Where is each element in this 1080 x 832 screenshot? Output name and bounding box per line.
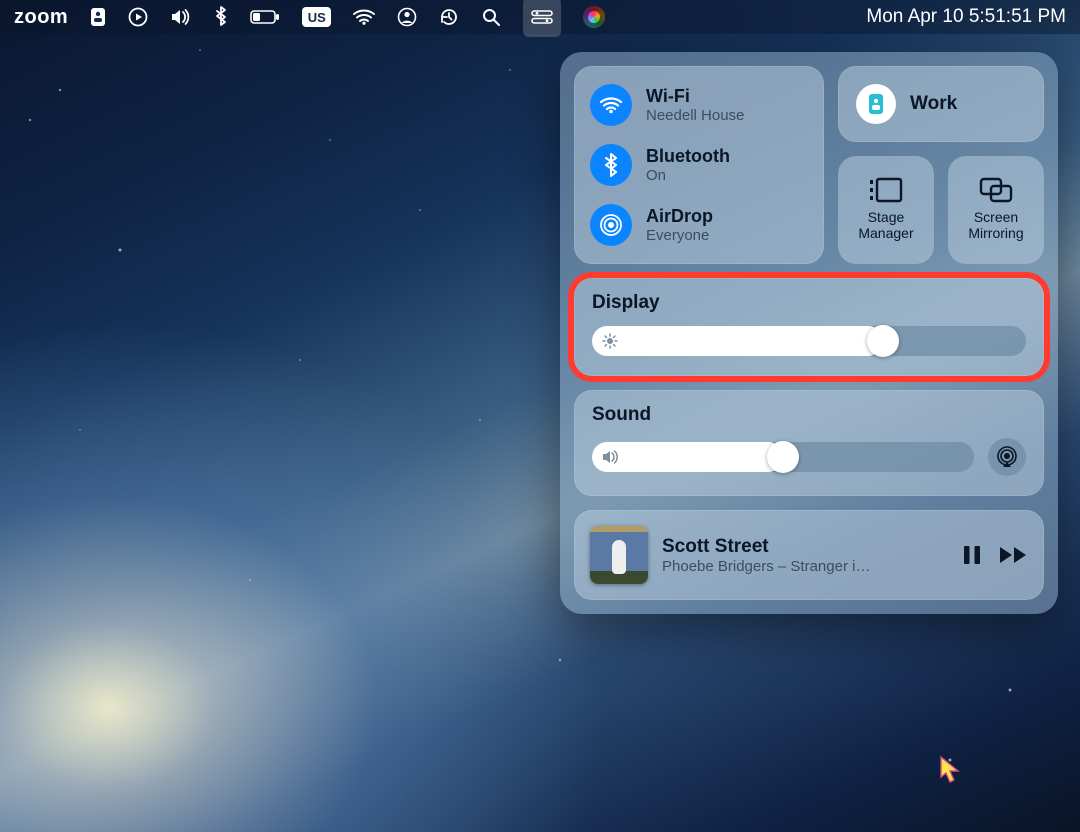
spotlight-icon[interactable] — [481, 0, 501, 34]
next-track-button[interactable] — [998, 545, 1028, 565]
menubar-app-name[interactable]: zoom — [14, 6, 68, 29]
now-playing-tile[interactable]: Scott Street Phoebe Bridgers – Stranger … — [574, 510, 1044, 600]
airdrop-toggle[interactable]: AirDrop Everyone — [590, 204, 808, 246]
brightness-icon — [602, 333, 618, 349]
fast-forward-icon — [998, 545, 1028, 565]
focus-mode-name: Work — [910, 93, 957, 115]
brightness-slider[interactable] — [592, 326, 1026, 356]
airdrop-icon — [590, 204, 632, 246]
wifi-icon[interactable] — [353, 0, 375, 34]
focus-work-icon — [856, 84, 896, 124]
volume-slider[interactable] — [592, 442, 974, 472]
id-badge-icon[interactable] — [90, 0, 106, 34]
volume-icon[interactable] — [170, 0, 192, 34]
wifi-toggle[interactable]: Wi-Fi Needell House — [590, 84, 808, 126]
cursor-icon — [940, 756, 962, 789]
brightness-slider-knob[interactable] — [867, 325, 899, 357]
airplay-audio-button[interactable] — [988, 438, 1026, 476]
control-center-panel: Wi-Fi Needell House Bluetooth On AirDr — [560, 52, 1058, 614]
sound-title: Sound — [592, 404, 1026, 426]
input-source-badge[interactable]: US — [302, 0, 331, 34]
stage-manager-label: StageManager — [858, 209, 913, 241]
pause-button[interactable] — [962, 544, 982, 566]
screen-mirroring-button[interactable]: ScreenMirroring — [948, 156, 1044, 264]
bluetooth-icon — [590, 144, 632, 186]
menubar: zoom US Mon Apr 10 5:51:51 PM — [0, 0, 1080, 34]
battery-icon[interactable] — [250, 0, 280, 34]
wifi-title: Wi-Fi — [646, 86, 744, 107]
album-art — [590, 526, 648, 584]
sound-tile: Sound — [574, 390, 1044, 496]
control-center-icon[interactable] — [523, 0, 561, 37]
volume-slider-knob[interactable] — [767, 441, 799, 473]
track-title: Scott Street — [662, 536, 948, 558]
display-tile: Display — [574, 278, 1044, 376]
bluetooth-status: On — [646, 167, 730, 184]
time-machine-icon[interactable] — [439, 0, 459, 34]
wifi-network-name: Needell House — [646, 107, 744, 124]
bluetooth-icon[interactable] — [214, 0, 228, 34]
stage-manager-icon — [869, 177, 903, 203]
connectivity-tile: Wi-Fi Needell House Bluetooth On AirDr — [574, 66, 824, 264]
display-title: Display — [592, 292, 1026, 314]
bluetooth-title: Bluetooth — [646, 146, 730, 167]
play-circle-icon[interactable] — [128, 0, 148, 34]
screen-mirroring-icon — [979, 177, 1013, 203]
screen-mirroring-label: ScreenMirroring — [968, 209, 1023, 241]
track-artist-album: Phoebe Bridgers – Stranger i… — [662, 558, 948, 575]
siri-icon[interactable] — [583, 0, 605, 34]
airplay-icon — [996, 446, 1018, 468]
bluetooth-toggle[interactable]: Bluetooth On — [590, 144, 808, 186]
menubar-clock[interactable]: Mon Apr 10 5:51:51 PM — [866, 6, 1066, 28]
focus-tile[interactable]: Work — [838, 66, 1044, 142]
user-icon[interactable] — [397, 0, 417, 34]
pause-icon — [962, 544, 982, 566]
airdrop-visibility: Everyone — [646, 227, 713, 244]
volume-icon — [602, 450, 620, 464]
stage-manager-button[interactable]: StageManager — [838, 156, 934, 264]
wifi-icon — [590, 84, 632, 126]
airdrop-title: AirDrop — [646, 206, 713, 227]
